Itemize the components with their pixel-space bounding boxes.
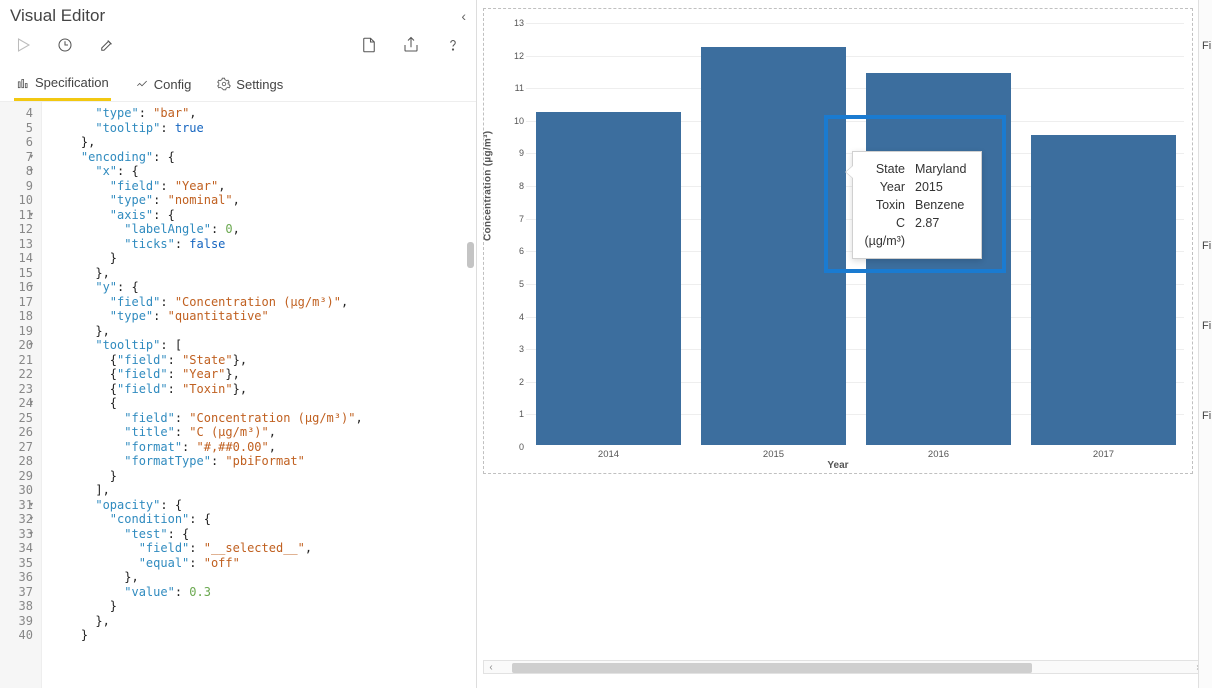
chart-area[interactable]: Concentration (µg/m³) Year 0123456789101… — [483, 8, 1193, 474]
code-gutter: 4567▾8▾91011▾1213141516▾17181920▾2122232… — [0, 102, 42, 688]
scroll-thumb[interactable] — [512, 663, 1032, 673]
code-editor[interactable]: 4567▾8▾91011▾1213141516▾17181920▾2122232… — [0, 102, 476, 688]
chart-tooltip: State Maryland Year 2015 Toxin Benzene C (µ… — [852, 151, 982, 259]
side-label-1: Fi — [1202, 240, 1211, 252]
xtick-2015: 2015 — [763, 449, 784, 460]
collapse-pane-icon[interactable]: ‹ — [461, 8, 466, 24]
side-label-2: Fi — [1202, 320, 1211, 332]
xtick-2016: 2016 — [928, 449, 949, 460]
tab-specification-label: Specification — [35, 75, 109, 90]
code-body[interactable]: "type": "bar", "tooltip": true }, "encod… — [42, 102, 476, 688]
bar-2015[interactable] — [701, 47, 846, 445]
side-label-0: Fi — [1202, 40, 1211, 52]
bar-2016[interactable] — [866, 73, 1011, 445]
tab-config[interactable]: Config — [133, 69, 194, 101]
help-icon[interactable] — [444, 36, 462, 57]
tooltip-label-3: C (µg/m³) — [863, 214, 905, 250]
export-icon[interactable] — [402, 36, 420, 57]
horizontal-scrollbar[interactable]: ‹ › — [483, 660, 1206, 674]
vertical-scrollbar-thumb[interactable] — [467, 242, 474, 268]
tab-specification[interactable]: Specification — [14, 69, 111, 101]
x-axis-label: Year — [484, 460, 1192, 471]
xtick-2014: 2014 — [598, 449, 619, 460]
xtick-2017: 2017 — [1093, 449, 1114, 460]
refresh-icon[interactable] — [56, 36, 74, 57]
editor-title: Visual Editor — [10, 6, 105, 26]
bar-2017[interactable] — [1031, 135, 1176, 445]
y-axis-label: Concentration (µg/m³) — [483, 131, 494, 241]
visual-pane: Concentration (µg/m³) Year 0123456789101… — [477, 0, 1212, 688]
tab-settings-label: Settings — [236, 77, 283, 92]
scroll-left-icon[interactable]: ‹ — [484, 662, 498, 673]
side-label-3: Fi — [1202, 410, 1211, 422]
bar-2014[interactable] — [536, 112, 681, 445]
editor-header: Visual Editor ‹ — [0, 0, 476, 28]
tooltip-label-1: Year — [863, 178, 905, 196]
tooltip-value-1: 2015 — [915, 178, 971, 196]
tooltip-label-0: State — [863, 160, 905, 178]
tooltip-value-3: 2.87 — [915, 214, 971, 250]
app-root: Visual Editor ‹ Specification Confi — [0, 0, 1212, 688]
tab-config-label: Config — [154, 77, 192, 92]
x-axis: 2014 2015 2016 2017 — [526, 449, 1184, 461]
tooltip-label-2: Toxin — [863, 196, 905, 214]
scroll-track[interactable] — [498, 661, 1191, 673]
new-file-icon[interactable] — [360, 36, 378, 57]
editor-pane: Visual Editor ‹ Specification Confi — [0, 0, 477, 688]
editor-toolbar — [0, 28, 476, 65]
fix-icon[interactable] — [98, 36, 116, 57]
editor-tabs: Specification Config Settings — [0, 65, 476, 102]
y-axis: 012345678910111213 — [508, 23, 526, 445]
tab-settings[interactable]: Settings — [215, 69, 285, 101]
run-icon[interactable] — [14, 36, 32, 57]
tooltip-value-0: Maryland — [915, 160, 971, 178]
tooltip-value-2: Benzene — [915, 196, 971, 214]
right-side-panel-collapsed[interactable]: Fi Fi Fi Fi — [1198, 0, 1212, 688]
